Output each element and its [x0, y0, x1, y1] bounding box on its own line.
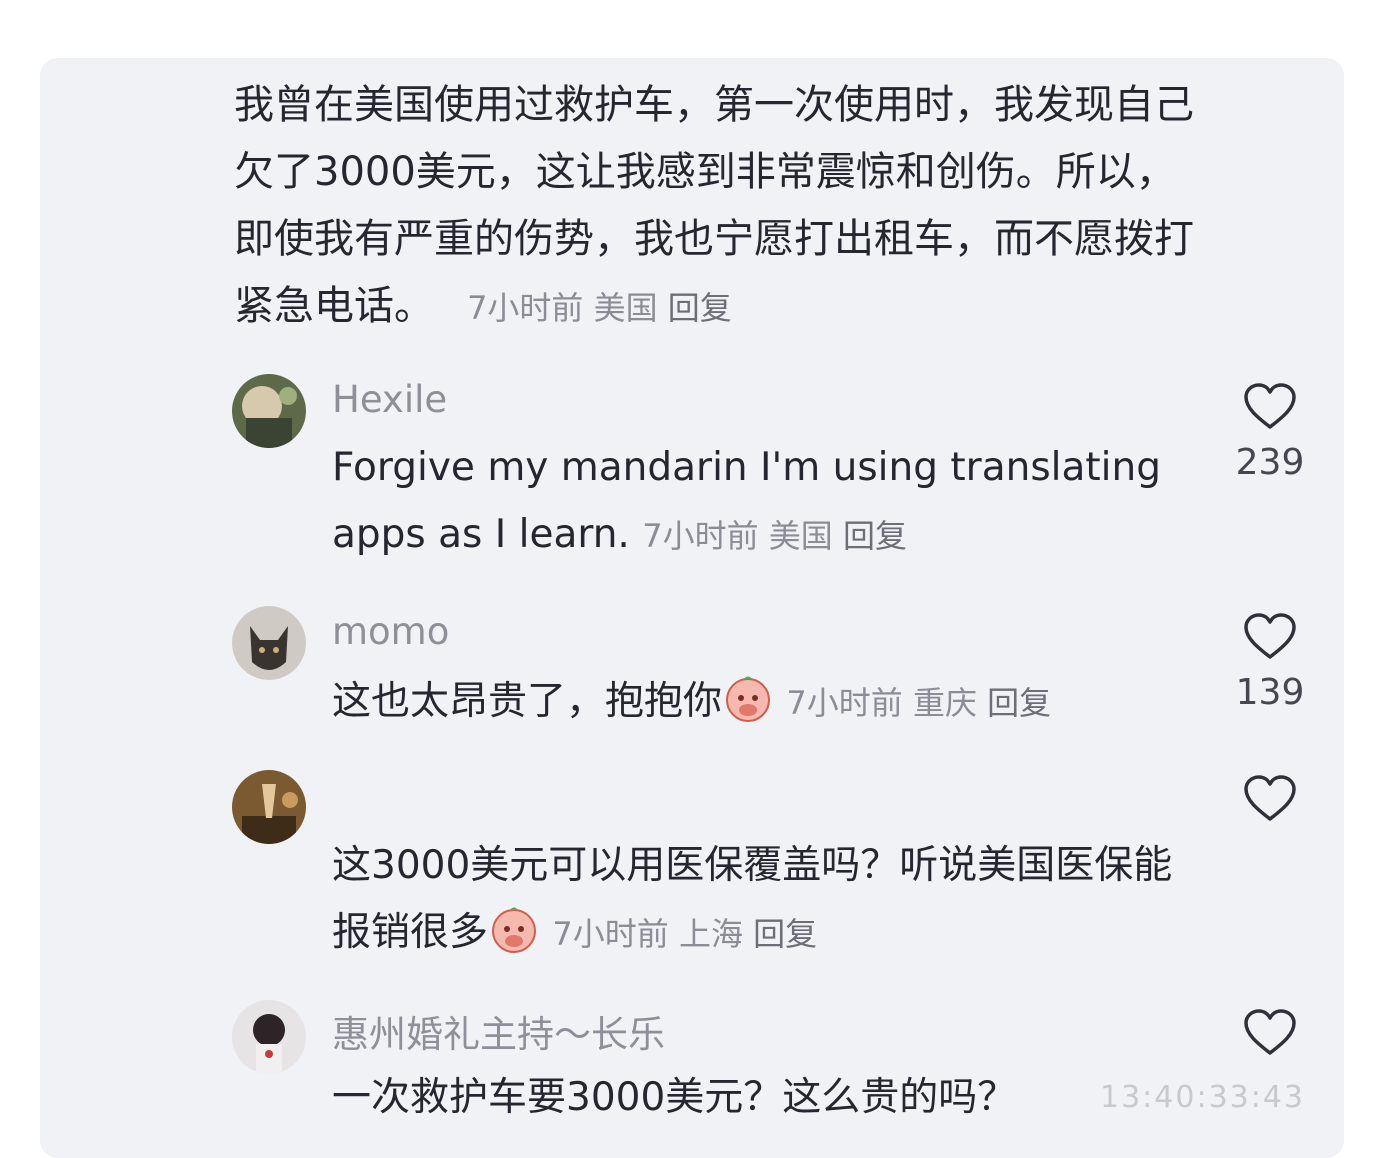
username[interactable]: 惠州婚礼主持～长乐 [332, 1004, 665, 1058]
comment-item: 惠州婚礼主持～长乐 一次救护车要3000美元？这么贵的吗？ [232, 1000, 1332, 1144]
comment-item: Hexile Forgive my mandarin I'm using tra… [232, 374, 1332, 574]
parent-reply-button[interactable]: 回复 [668, 289, 732, 327]
comment-location: 重庆 [912, 684, 977, 722]
comment-text: 这也太昂贵了，抱抱你 [332, 679, 723, 724]
comment-text: 一次救护车要3000美元？这么贵的吗？ [332, 1075, 1017, 1120]
comment-text-block: 这也太昂贵了，抱抱你 7小时前 重庆 回复 [332, 668, 1192, 737]
heart-outline-icon[interactable] [1232, 774, 1308, 822]
parent-comment-location: 美国 [593, 289, 658, 327]
heart-outline-icon[interactable] [1232, 1008, 1308, 1056]
like-control: 139 [1232, 612, 1308, 713]
comment-text-block: Forgive my mandarin I'm using translatin… [332, 434, 1192, 570]
like-control [1232, 774, 1308, 834]
username[interactable]: Hexile [332, 378, 447, 421]
avatar[interactable] [232, 606, 306, 680]
comment-item: 这3000美元可以用医保覆盖吗？听说美国医保能报销很多 7小时前 上海 回复 [232, 770, 1332, 970]
comment-time: 7小时前 [786, 684, 903, 722]
comment-location: 美国 [768, 517, 833, 555]
hug-emoji-icon [722, 672, 774, 724]
comment-text-block: 这3000美元可以用医保覆盖吗？听说美国医保能报销很多 7小时前 上海 回复 [332, 832, 1192, 968]
comment-time: 7小时前 [552, 915, 669, 953]
heart-outline-icon[interactable] [1232, 382, 1308, 430]
reply-button[interactable]: 回复 [843, 517, 907, 555]
username[interactable]: momo [332, 610, 449, 653]
watermark-text: 13:40:33:43 [1100, 1080, 1306, 1115]
comment-text-block: 一次救护车要3000美元？这么贵的吗？ [332, 1064, 1192, 1131]
reply-button[interactable]: 回复 [753, 915, 817, 953]
avatar[interactable] [232, 770, 306, 844]
avatar[interactable] [232, 1000, 306, 1074]
hug-emoji-icon [488, 903, 540, 955]
like-control: 239 [1232, 382, 1308, 483]
like-count: 239 [1235, 442, 1305, 483]
like-control [1232, 1008, 1308, 1068]
comment-time: 7小时前 [642, 517, 759, 555]
parent-comment: 我曾在美国使用过救护车，第一次使用时，我发现自己欠了3000美元，这让我感到非常… [234, 72, 1194, 342]
avatar[interactable] [232, 374, 306, 448]
heart-outline-icon[interactable] [1232, 612, 1308, 660]
comment-item: momo 这也太昂贵了，抱抱你 7小时前 重庆 回复 139 [232, 606, 1332, 746]
like-count: 139 [1235, 672, 1305, 713]
reply-button[interactable]: 回复 [987, 684, 1051, 722]
parent-comment-time: 7小时前 [467, 289, 584, 327]
comment-location: 上海 [678, 915, 743, 953]
